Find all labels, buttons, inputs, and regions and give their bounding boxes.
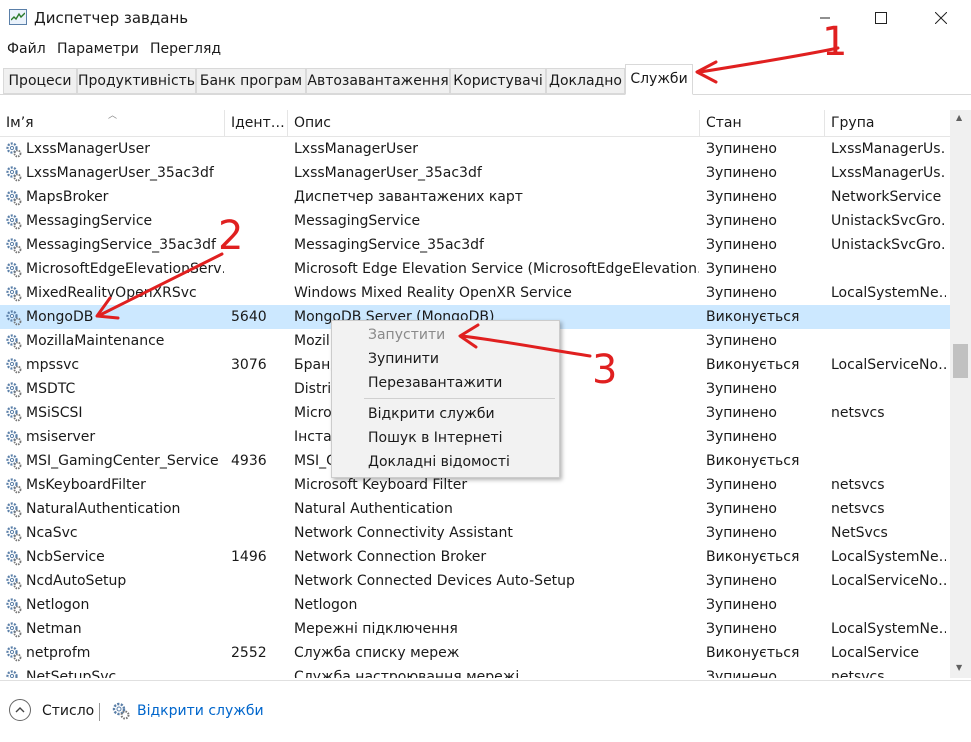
annotation-arrow-1 (698, 46, 840, 74)
annotation-number-3: 3 (592, 347, 618, 393)
annotation-arrow-2 (98, 252, 224, 317)
annotation-number-2: 2 (218, 213, 244, 259)
annotation-number-1: 1 (822, 19, 848, 65)
annotation-layer (95, 46, 840, 358)
annotation-arrow-3 (460, 334, 592, 358)
